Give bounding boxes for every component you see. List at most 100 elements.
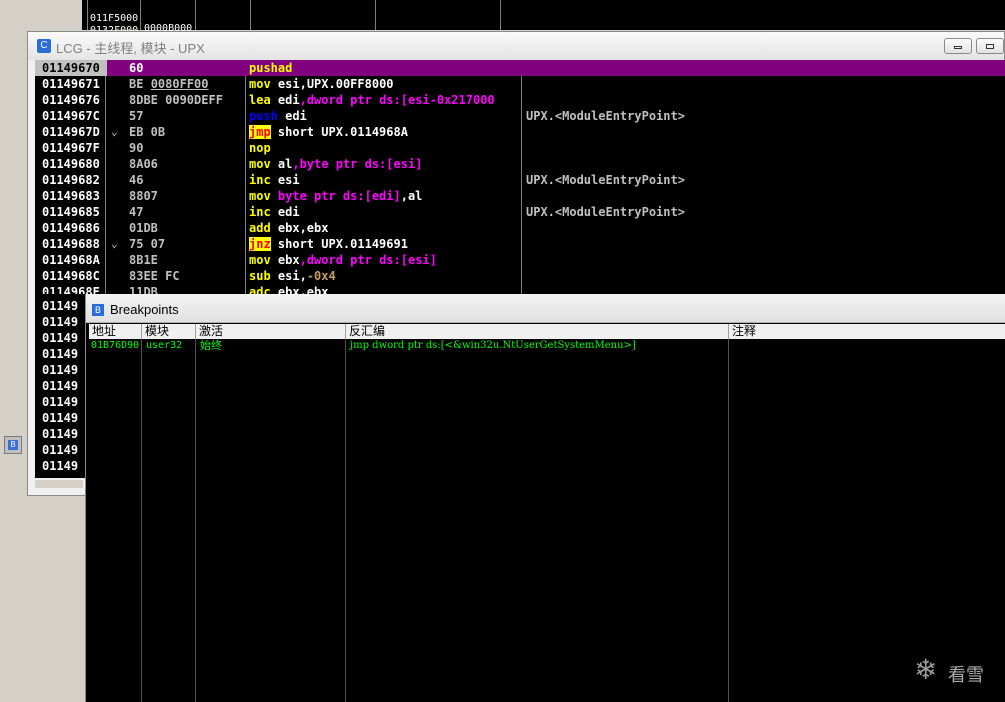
instruction-comment: UPX.<ModuleEntryPoint> <box>526 109 685 123</box>
truncated-address: 01149 <box>42 299 79 313</box>
instruction-disassembly: nop <box>249 141 271 155</box>
instruction-disassembly: mov al,byte ptr ds:[esi] <box>249 157 423 171</box>
truncated-address: 01149 <box>42 411 79 425</box>
instruction-address: 01149670 <box>35 60 107 76</box>
disassembly-row[interactable]: 01149671 BE 0080FF00 mov esi,UPX.00FF8000 <box>35 76 1005 92</box>
column-header-address[interactable]: 地址 <box>89 324 142 339</box>
instruction-comment: UPX.<ModuleEntryPoint> <box>526 205 685 219</box>
disassembly-row[interactable]: 0114968E 11DB adc ebx,ebx <box>35 284 1005 294</box>
cpu-window-titlebar[interactable]: C LCG - 主线程, 模块 - UPX <box>28 32 1004 60</box>
jump-arrow-icon: ⌄ <box>111 237 118 250</box>
breakpoints-titlebar[interactable]: B Breakpoints <box>86 294 1005 323</box>
memory-map-window: 011F5000 0000B000 Priv RW 保护 RW 0132F000… <box>82 0 1005 76</box>
restore-button[interactable] <box>976 38 1004 54</box>
column-header-comment[interactable]: 注释 <box>729 324 1005 339</box>
column-header-disassembly[interactable]: 反汇编 <box>346 324 729 339</box>
breakpoints-header: 地址 模块 激活 反汇编 注释 <box>89 324 1005 339</box>
truncated-address: 01149 <box>42 331 79 345</box>
instruction-bytes: 83EE FC <box>129 269 180 283</box>
instruction-disassembly: lea edi,dword ptr ds:[esi-0x217000 <box>249 93 495 107</box>
column-separator <box>141 339 142 702</box>
instruction-address: 0114967F <box>42 141 100 155</box>
instruction-disassembly: adc ebx,ebx <box>249 285 329 294</box>
disassembly-row[interactable]: 01149688 ⌄ 75 07 jnz short UPX.01149691 <box>35 236 1005 252</box>
instruction-address: 0114968C <box>42 269 100 283</box>
instruction-disassembly: mov esi,UPX.00FF8000 <box>249 77 394 91</box>
snowflake-icon: ❄ <box>914 653 938 686</box>
restore-icon <box>986 44 994 49</box>
disassembly-row[interactable]: 01149676 8DBE 0090DEFF lea edi,dword ptr d… <box>35 92 1005 108</box>
instruction-bytes: 8A06 <box>129 157 158 171</box>
disassembly-row[interactable]: 01149680 8A06 mov al,byte ptr ds:[esi] <box>35 156 1005 172</box>
disassembly-address-overflow: 01149 01149 01149 01149 01149 01149 01149 01149… <box>35 294 85 478</box>
left-dock-strip: B <box>0 30 27 702</box>
instruction-address: 01149686 <box>42 221 100 235</box>
instruction-bytes: 75 07 <box>129 237 166 251</box>
disassembly-row[interactable]: 01149670 60 pushad <box>35 60 1005 76</box>
disassembly-row[interactable]: 01149683 8807 mov byte ptr ds:[edi],al <box>35 188 1005 204</box>
instruction-bytes: 8807 <box>129 189 158 203</box>
breakpoints-list[interactable]: 01B76D90 user32 始终 jmp dword ptr ds:[<&w… <box>89 339 1005 702</box>
disassembly-row[interactable]: 01149686 01DB add ebx,ebx <box>35 220 1005 236</box>
instruction-disassembly: jnz short UPX.01149691 <box>249 237 408 251</box>
instruction-disassembly: push edi <box>249 109 307 123</box>
truncated-address: 01149 <box>42 347 79 361</box>
instruction-bytes: BE 0080FF00 <box>129 77 209 91</box>
disassembly-row[interactable]: 0114967F 90 nop <box>35 140 1005 156</box>
instruction-bytes: 01DB <box>129 221 158 235</box>
memory-col-sep <box>196 0 251 30</box>
instruction-address: 01149680 <box>42 157 100 171</box>
instruction-address: 01149683 <box>42 189 100 203</box>
breakpoints-window[interactable]: B Breakpoints 地址 模块 激活 反汇编 注释 01B76D90 u… <box>85 294 1005 702</box>
disassembly-row[interactable]: 01149682 46 inc esi UPX.<ModuleEntryPoint> <box>35 172 1005 188</box>
instruction-disassembly: jmp short UPX.0114968A <box>249 125 408 139</box>
instruction-bytes: 47 <box>129 205 144 219</box>
breakpoints-icon: B <box>92 304 104 316</box>
column-separator <box>728 339 729 702</box>
disassembly-row[interactable]: 0114967D ⌄ EB 0B jmp short UPX.0114968A <box>35 124 1005 140</box>
disassembly-row[interactable]: 0114968A 8B1E mov ebx,dword ptr ds:[esi] <box>35 252 1005 268</box>
horizontal-scrollbar[interactable] <box>35 480 83 488</box>
dock-window-button[interactable]: B <box>4 436 22 454</box>
breakpoints-title: Breakpoints <box>110 302 179 317</box>
breakpoint-active: 始终 <box>200 339 222 352</box>
instruction-bytes: 8B1E <box>129 253 158 267</box>
app-icon: C <box>37 39 51 53</box>
instruction-bytes: 46 <box>129 173 144 187</box>
dock-window-icon: B <box>8 440 18 450</box>
truncated-address: 01149 <box>42 363 79 377</box>
disassembly-pane[interactable]: 01149670 60 pushad 01149671 BE 0080FF00 mov e… <box>35 60 1005 294</box>
watermark-text: 看雪 <box>948 665 984 686</box>
instruction-disassembly: mov ebx,dword ptr ds:[esi] <box>249 253 437 267</box>
jump-arrow-icon: ⌄ <box>111 125 118 138</box>
instruction-bytes: 60 <box>129 61 144 75</box>
memory-row[interactable]: 011F5000 0000B000 Priv RW 保护 RW <box>82 4 469 74</box>
breakpoint-address: 01B76D90 <box>91 340 140 351</box>
instruction-bytes: 90 <box>129 141 144 155</box>
minimize-button[interactable] <box>944 38 972 54</box>
column-separator <box>345 339 346 702</box>
truncated-address: 01149 <box>42 315 79 329</box>
memory-row[interactable]: 0132F000 00004000 Priv RW RW <box>82 16 469 76</box>
truncated-address: 01149 <box>42 427 79 441</box>
truncated-address: 01149 <box>42 443 79 457</box>
instruction-address: 0114967D <box>42 125 100 139</box>
instruction-disassembly: pushad <box>249 61 293 75</box>
instruction-comment: UPX.<ModuleEntryPoint> <box>526 173 685 187</box>
disassembly-row[interactable]: 0114967C 57 push edi UPX.<ModuleEntryPoint> <box>35 108 1005 124</box>
instruction-disassembly: add ebx,ebx <box>249 221 329 235</box>
instruction-address: 0114968E <box>42 285 100 294</box>
truncated-address: 01149 <box>42 379 79 393</box>
column-header-active[interactable]: 激活 <box>196 324 346 339</box>
breakpoint-module: user32 <box>146 340 183 351</box>
instruction-bytes: 8DBE 0090DEFF <box>129 93 223 107</box>
instruction-disassembly: mov byte ptr ds:[edi],al <box>249 189 423 203</box>
instruction-disassembly: inc edi <box>249 205 300 219</box>
instruction-disassembly: sub esi,-0x4 <box>249 269 336 283</box>
disassembly-row[interactable]: 01149685 47 inc edi UPX.<ModuleEntryPoint> <box>35 204 1005 220</box>
disassembly-row[interactable]: 0114968C 83EE FC sub esi,-0x4 <box>35 268 1005 284</box>
column-header-module[interactable]: 模块 <box>142 324 196 339</box>
column-separator <box>195 339 196 702</box>
instruction-address: 01149682 <box>42 173 100 187</box>
truncated-address: 01149 <box>42 395 79 409</box>
